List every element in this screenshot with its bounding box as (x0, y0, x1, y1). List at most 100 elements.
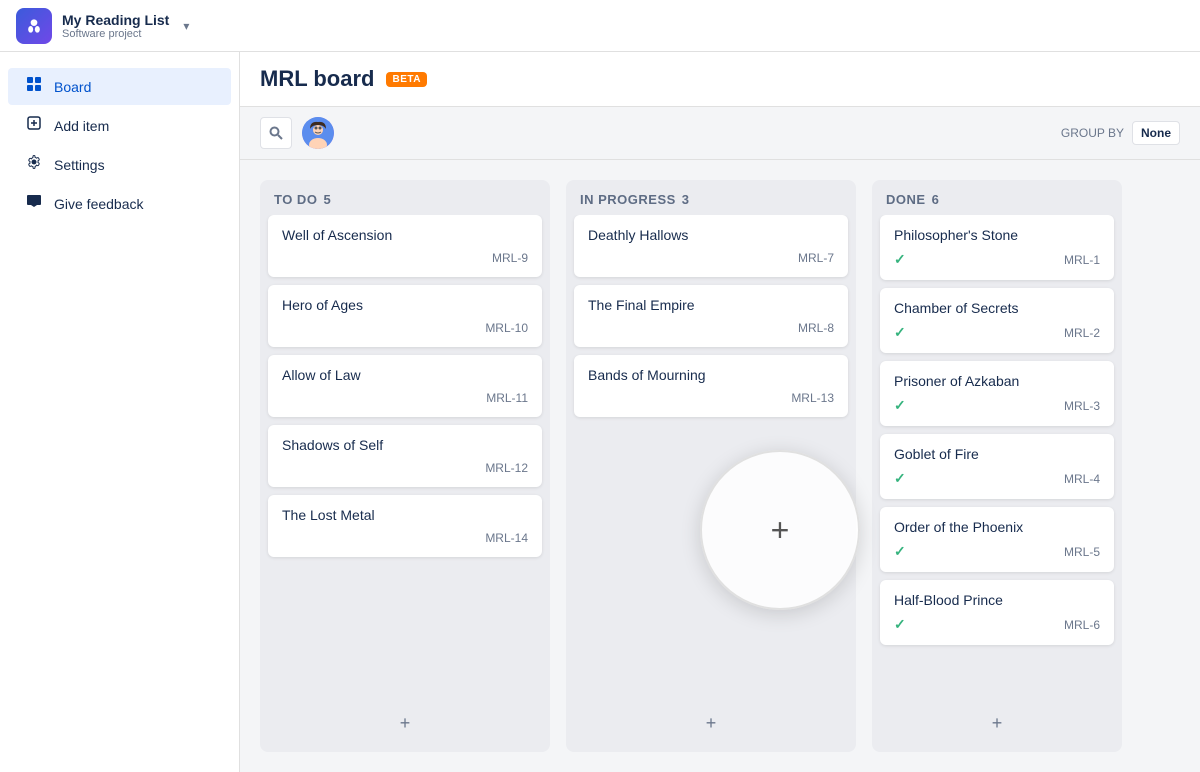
card-bottom-row: MRL-13 (588, 391, 834, 405)
column-title-todo: TO DO (274, 192, 317, 207)
sidebar-add-item-label: Add item (54, 118, 109, 134)
column-title-done: DONE (886, 192, 926, 207)
card-title: Shadows of Self (282, 437, 528, 453)
card-id: MRL-12 (485, 461, 528, 475)
project-chevron-icon[interactable]: ▾ (183, 19, 189, 33)
table-row[interactable]: Hero of AgesMRL-10 (268, 285, 542, 347)
add-card-button-done[interactable]: + (880, 703, 1114, 744)
table-row[interactable]: Goblet of Fire ✓ MRL-4 (880, 434, 1114, 499)
column-title-in-progress: IN PROGRESS (580, 192, 676, 207)
group-by-value[interactable]: None (1132, 121, 1180, 145)
sidebar-item-settings[interactable]: Settings (8, 146, 231, 183)
feedback-icon (24, 193, 44, 214)
table-row[interactable]: Shadows of Self MRL-12 (268, 425, 542, 487)
card-bottom-row: ✓ MRL-6 (894, 616, 1100, 633)
table-row[interactable]: Order of the Phoenix ✓MRL-5 (880, 507, 1114, 572)
group-by-label: GROUP BY (1061, 126, 1124, 140)
column-count-todo: 5 (323, 192, 330, 207)
sidebar-board-label: Board (54, 79, 91, 95)
card-bottom-row: MRL-7 (588, 251, 834, 265)
card-id: MRL-3 (1064, 399, 1100, 413)
card-id: MRL-4 (1064, 472, 1100, 486)
table-row[interactable]: Deathly Hallows MRL-7 (574, 215, 848, 277)
sidebar-feedback-label: Give feedback (54, 196, 144, 212)
table-row[interactable]: Well of Ascension MRL-9 (268, 215, 542, 277)
table-row[interactable]: Prisoner of Azkaban ✓ MRL-3 (880, 361, 1114, 426)
card-id: MRL-14 (485, 531, 528, 545)
board-area: TO DO 5 Well of Ascension MRL-9 Hero of Ag… (240, 160, 1200, 772)
table-row[interactable]: Half-Blood Prince ✓ MRL-6 (880, 580, 1114, 645)
card-title: The Final Empire (588, 297, 834, 313)
table-row[interactable]: Bands of Mourning MRL-13 (574, 355, 848, 417)
table-row[interactable]: Chamber of Secrets ✓ MRL-2 (880, 288, 1114, 353)
card-id: MRL-2 (1064, 326, 1100, 340)
card-bottom-row: ✓MRL-5 (894, 543, 1100, 560)
card-title: Philosopher's Stone (894, 227, 1100, 243)
card-id: MRL-11 (486, 391, 528, 405)
column-in-progress: IN PROGRESS 3 Deathly Hallows MRL-7 The Fi… (566, 180, 856, 752)
card-title: Chamber of Secrets (894, 300, 1100, 316)
add-card-button-todo[interactable]: + (268, 703, 542, 744)
app-header: My Reading List Software project ▾ (0, 0, 1200, 52)
card-id: MRL-1 (1064, 253, 1100, 267)
table-row[interactable]: The Lost Metal MRL-14 (268, 495, 542, 557)
card-id: MRL-6 (1064, 618, 1100, 632)
done-check-icon: ✓ (894, 543, 906, 560)
card-bottom-row: MRL-11 (282, 391, 528, 405)
add-card-button-in-progress[interactable]: + (574, 703, 848, 744)
card-title: Half-Blood Prince (894, 592, 1100, 608)
sidebar: Board Add item Settings (0, 52, 240, 772)
toolbar: GROUP BY None (240, 107, 1200, 160)
board-header: MRL board BETA (240, 52, 1200, 107)
card-bottom-row: MRL-14 (282, 531, 528, 545)
avatar[interactable] (302, 117, 334, 149)
project-type: Software project (62, 28, 169, 40)
sidebar-item-add-item[interactable]: Add item (8, 107, 231, 144)
done-check-icon: ✓ (894, 397, 906, 414)
search-button[interactable] (260, 117, 292, 149)
card-title: Deathly Hallows (588, 227, 834, 243)
main-content: MRL board BETA (240, 52, 1200, 772)
card-id: MRL-13 (791, 391, 834, 405)
card-title: Order of the Phoenix (894, 519, 1100, 535)
table-row[interactable]: The Final Empire MRL-8 (574, 285, 848, 347)
add-item-icon (24, 115, 44, 136)
card-bottom-row: MRL-9 (282, 251, 528, 265)
sidebar-settings-label: Settings (54, 157, 105, 173)
card-id: MRL-7 (798, 251, 834, 265)
cards-list-done: Philosopher's Stone ✓ MRL-1 Chamber of Secr… (872, 215, 1122, 699)
settings-icon (24, 154, 44, 175)
column-todo: TO DO 5 Well of Ascension MRL-9 Hero of Ag… (260, 180, 550, 752)
card-bottom-row: ✓ MRL-2 (894, 324, 1100, 341)
table-row[interactable]: Allow of LawMRL-11 (268, 355, 542, 417)
sidebar-item-board[interactable]: Board (8, 68, 231, 105)
column-count-in-progress: 3 (682, 192, 689, 207)
project-info: My Reading List Software project (62, 12, 169, 40)
done-check-icon: ✓ (894, 470, 906, 487)
card-title: Prisoner of Azkaban (894, 373, 1100, 389)
card-title: Well of Ascension (282, 227, 528, 243)
board-title-row: MRL board BETA (260, 66, 427, 92)
card-title: Bands of Mourning (588, 367, 834, 383)
card-id: MRL-8 (798, 321, 834, 335)
card-bottom-row: MRL-10 (282, 321, 528, 335)
card-bottom-row: MRL-8 (588, 321, 834, 335)
card-bottom-row: ✓ MRL-4 (894, 470, 1100, 487)
card-bottom-row: ✓ MRL-1 (894, 251, 1100, 268)
app-logo (16, 8, 52, 44)
sidebar-item-give-feedback[interactable]: Give feedback (8, 185, 231, 222)
column-count-done: 6 (932, 192, 939, 207)
card-id: MRL-9 (492, 251, 528, 265)
board-title: MRL board (260, 66, 374, 92)
board-icon (24, 76, 44, 97)
toolbar-right: GROUP BY None (1061, 121, 1180, 145)
card-title: Goblet of Fire (894, 446, 1100, 462)
done-check-icon: ✓ (894, 251, 906, 268)
column-done: DONE 6 Philosopher's Stone ✓ MRL-1 Chamber … (872, 180, 1122, 752)
card-title: The Lost Metal (282, 507, 528, 523)
column-header-todo: TO DO 5 (260, 180, 550, 215)
table-row[interactable]: Philosopher's Stone ✓ MRL-1 (880, 215, 1114, 280)
beta-badge: BETA (386, 72, 426, 87)
done-check-icon: ✓ (894, 616, 906, 633)
done-check-icon: ✓ (894, 324, 906, 341)
